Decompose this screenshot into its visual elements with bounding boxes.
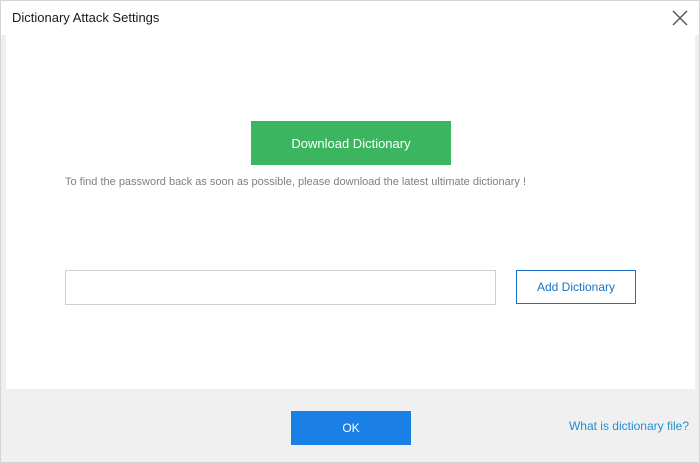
title-bar: Dictionary Attack Settings <box>1 1 699 35</box>
close-button[interactable] <box>667 5 693 31</box>
content-panel: Download Dictionary To find the password… <box>6 35 695 389</box>
close-icon <box>672 10 688 26</box>
dictionary-path-input[interactable] <box>65 270 496 305</box>
dictionary-attack-settings-dialog: Dictionary Attack Settings Download Dict… <box>0 0 700 463</box>
window-title: Dictionary Attack Settings <box>12 10 160 25</box>
add-dictionary-button[interactable]: Add Dictionary <box>516 270 636 304</box>
what-is-dictionary-file-link[interactable]: What is dictionary file? <box>569 419 689 433</box>
ok-button[interactable]: OK <box>291 411 411 445</box>
download-hint-text: To find the password back as soon as pos… <box>65 176 527 188</box>
download-dictionary-button[interactable]: Download Dictionary <box>251 121 451 165</box>
